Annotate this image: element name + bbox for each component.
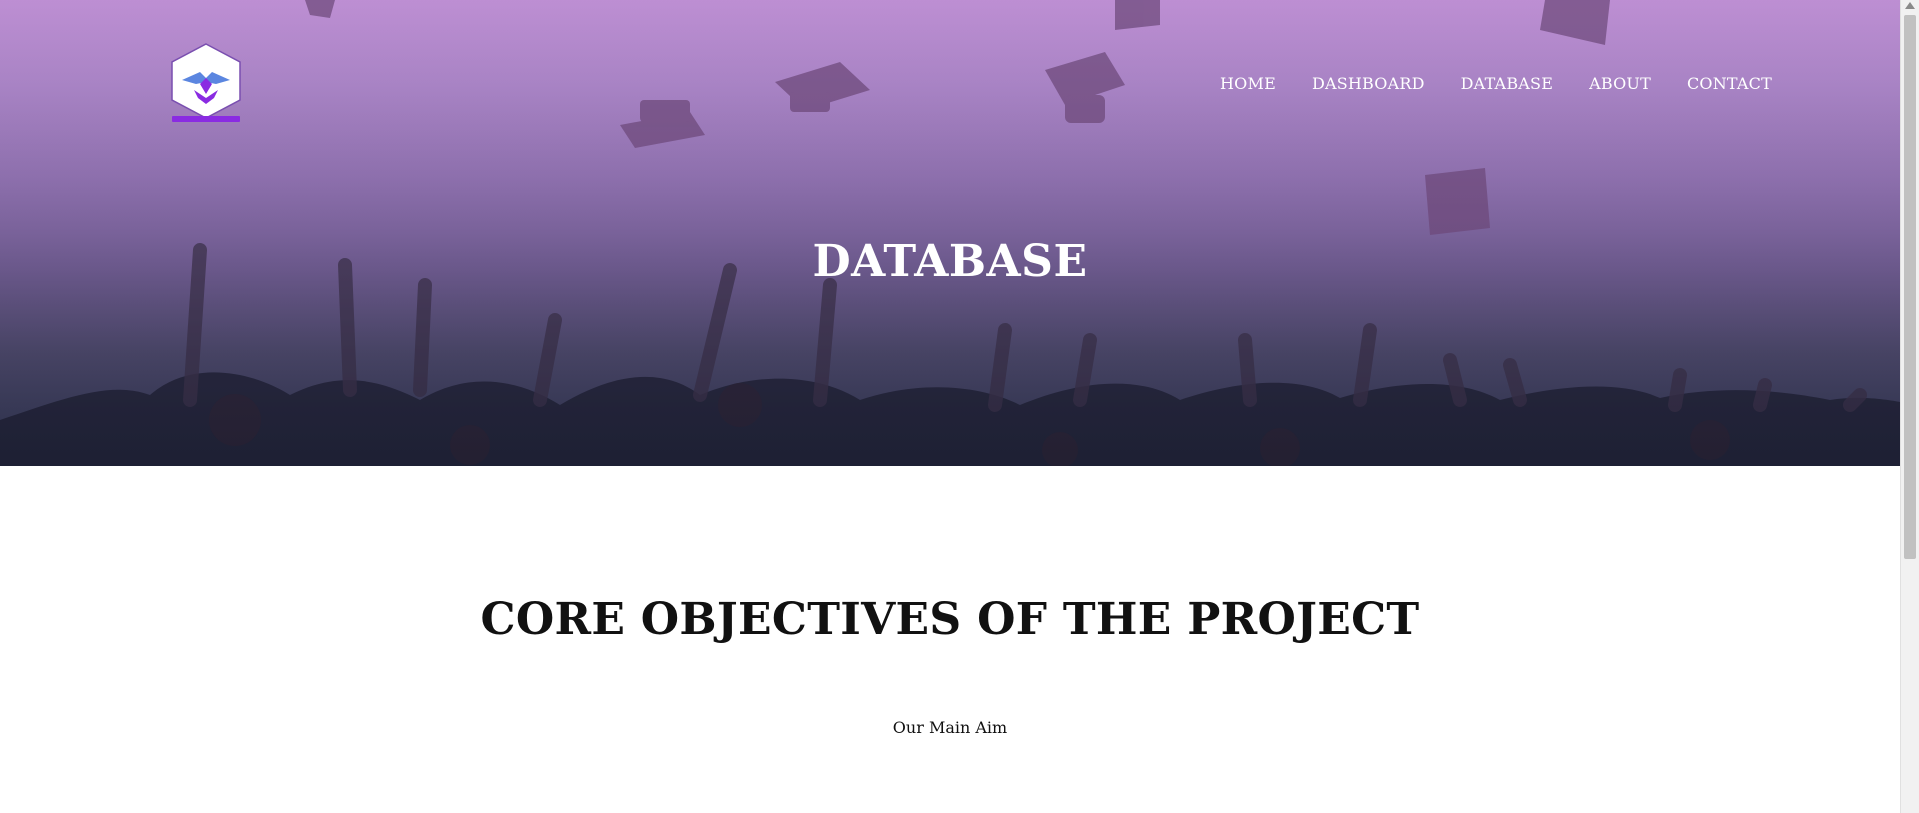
nav-link-contact[interactable]: CONTACT (1687, 74, 1772, 93)
nav-link-home[interactable]: HOME (1220, 74, 1276, 93)
main-content: CORE OBJECTIVES OF THE PROJECT Our Main … (0, 466, 1900, 813)
page-title: DATABASE (812, 236, 1088, 287)
scrollbar-thumb[interactable] (1904, 15, 1916, 559)
nav-item-home: HOME (1220, 74, 1276, 93)
nav-link-dashboard[interactable]: DASHBOARD (1312, 74, 1425, 93)
page: HOME DASHBOARD DATABASE ABOUT CONTACT DA… (0, 0, 1919, 813)
section-subtitle: Our Main Aim (892, 718, 1008, 737)
scroll-up-arrow-icon[interactable] (1905, 2, 1915, 9)
hero-overlay (0, 0, 1900, 466)
nav-link-about[interactable]: ABOUT (1589, 74, 1651, 93)
shield-eagle-logo-icon (171, 43, 241, 122)
section-title: CORE OBJECTIVES OF THE PROJECT (480, 594, 1420, 645)
nav-item-dashboard: DASHBOARD (1312, 74, 1425, 93)
hero-banner: HOME DASHBOARD DATABASE ABOUT CONTACT DA… (0, 0, 1900, 466)
nav-item-about: ABOUT (1589, 74, 1651, 93)
site-logo[interactable] (168, 42, 244, 124)
nav-item-database: DATABASE (1461, 74, 1553, 93)
main-nav: HOME DASHBOARD DATABASE ABOUT CONTACT (1220, 74, 1772, 93)
nav-link-database[interactable]: DATABASE (1461, 74, 1553, 93)
nav-item-contact: CONTACT (1687, 74, 1772, 93)
vertical-scrollbar[interactable] (1900, 0, 1919, 813)
